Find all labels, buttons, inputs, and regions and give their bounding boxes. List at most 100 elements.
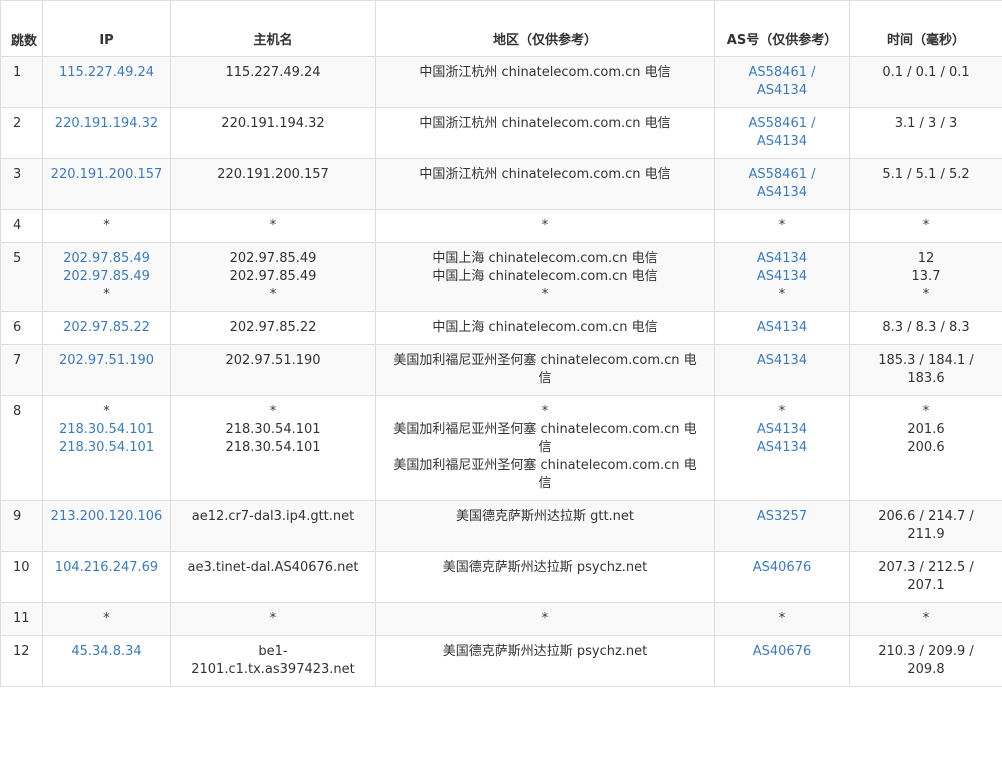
ip-link[interactable]: 213.200.120.106 <box>49 508 164 526</box>
ip-link[interactable]: 220.191.200.157 <box>49 166 164 184</box>
time-cell: 12 13.7 * <box>849 242 1002 312</box>
table-row: 6 202.97.85.22 202.97.85.22 中国上海 chinatelec… <box>0 311 1002 345</box>
hostname-text: 202.97.85.22 <box>229 320 317 335</box>
hop-cell: 3 <box>0 158 43 210</box>
ip-link[interactable]: 202.97.85.49 <box>49 268 164 286</box>
as-link[interactable]: AS4134 <box>721 133 843 151</box>
header-hop: 跳数 <box>0 0 43 57</box>
region-cell: 中国浙江杭州 chinatelecom.com.cn 电信 <box>375 158 715 210</box>
as-link[interactable]: AS4134 <box>721 184 843 202</box>
region-text: 美国加利福尼亚州圣何塞 chinatelecom.com.cn 电 <box>393 458 697 473</box>
hostname-cell: * <box>170 209 376 243</box>
time-cell: 0.1 / 0.1 / 0.1 <box>849 56 1002 108</box>
hostname-text: 220.191.194.32 <box>221 116 325 131</box>
as-cell: AS58461 /AS4134 <box>714 158 850 210</box>
ip-link[interactable]: 220.191.194.32 <box>49 115 164 133</box>
table-body: 1 115.227.49.24 115.227.49.24 中国浙江杭州 chinat… <box>0 56 1002 687</box>
hostname-cell: 220.191.200.157 <box>170 158 376 210</box>
as-link[interactable]: AS58461 / <box>721 166 843 184</box>
header-region: 地区（仅供参考） <box>375 0 715 57</box>
hostname-text: 202.97.85.49 <box>229 251 317 266</box>
as-link[interactable]: AS3257 <box>721 508 843 526</box>
time-text: 185.3 / 184.1 / <box>878 353 974 368</box>
as-link[interactable]: AS4134 <box>721 319 843 337</box>
ip-link[interactable]: 218.30.54.101 <box>49 421 164 439</box>
table-header: 跳数 IP 主机名 地区（仅供参考） AS号（仅供参考） 时间（毫秒） <box>0 0 1002 57</box>
no-response-marker: * <box>778 218 786 233</box>
hostname-cell: * 218.30.54.101 218.30.54.101 <box>170 395 376 501</box>
time-cell: 185.3 / 184.1 / 183.6 <box>849 344 1002 396</box>
hop-cell: 9 <box>0 500 43 552</box>
region-cell: * 美国加利福尼亚州圣何塞 chinatelecom.com.cn 电信美国加利福… <box>375 395 715 501</box>
ip-cell: 220.191.200.157 <box>42 158 171 210</box>
time-text: 5.1 / 5.1 / 5.2 <box>882 167 970 182</box>
region-text: 美国德克萨斯州达拉斯 psychz.net <box>442 644 648 659</box>
time-cell: 8.3 / 8.3 / 8.3 <box>849 311 1002 345</box>
ip-link[interactable]: 202.97.85.49 <box>49 250 164 268</box>
region-cell: 美国德克萨斯州达拉斯 psychz.net <box>375 551 715 603</box>
ip-link[interactable]: 202.97.85.22 <box>49 319 164 337</box>
time-cell: 207.3 / 212.5 / 207.1 <box>849 551 1002 603</box>
hop-cell: 1 <box>0 56 43 108</box>
ip-link[interactable]: 45.34.8.34 <box>49 643 164 661</box>
no-response-marker: * <box>269 218 277 233</box>
time-cell: 3.1 / 3 / 3 <box>849 107 1002 159</box>
region-cell: * <box>375 209 715 243</box>
as-link[interactable]: AS58461 / <box>721 64 843 82</box>
ip-cell: 220.191.194.32 <box>42 107 171 159</box>
hostname-text: be1- <box>258 644 288 659</box>
as-link[interactable]: AS4134 <box>721 268 843 286</box>
ip-link[interactable]: 104.216.247.69 <box>49 559 164 577</box>
time-text: 211.9 <box>907 527 945 542</box>
no-response-marker: * <box>541 218 549 233</box>
ip-cell: 202.97.85.49 202.97.85.49 * <box>42 242 171 312</box>
hostname-cell: 115.227.49.24 <box>170 56 376 108</box>
header-time: 时间（毫秒） <box>849 0 1002 57</box>
header-ip: IP <box>42 0 171 57</box>
ip-link[interactable]: 202.97.51.190 <box>49 352 164 370</box>
time-cell: 5.1 / 5.1 / 5.2 <box>849 158 1002 210</box>
as-cell: * AS4134 AS4134 <box>714 395 850 501</box>
no-response-marker: * <box>922 404 930 419</box>
as-link[interactable]: AS4134 <box>721 250 843 268</box>
table-row: 2 220.191.194.32 220.191.194.32 中国浙江杭州 chin… <box>0 107 1002 159</box>
as-link[interactable]: AS58461 / <box>721 115 843 133</box>
no-response-marker: * <box>541 404 549 419</box>
hostname-text: 202.97.51.190 <box>225 353 321 368</box>
region-text: 中国浙江杭州 chinatelecom.com.cn 电信 <box>419 65 671 80</box>
header-row: 跳数 IP 主机名 地区（仅供参考） AS号（仅供参考） 时间（毫秒） <box>0 0 1002 57</box>
region-cell: 美国加利福尼亚州圣何塞 chinatelecom.com.cn 电信 <box>375 344 715 396</box>
table-row: 12 45.34.8.34 be1- 2101.c1.tx.as397423.net 美… <box>0 635 1002 687</box>
region-text: 信 <box>538 476 552 491</box>
ip-link[interactable]: 115.227.49.24 <box>49 64 164 82</box>
time-text: 3.1 / 3 / 3 <box>894 116 958 131</box>
time-text: 200.6 <box>907 440 945 455</box>
as-link[interactable]: AS4134 <box>721 82 843 100</box>
time-text: 0.1 / 0.1 / 0.1 <box>882 65 970 80</box>
table-row: 5 202.97.85.49 202.97.85.49 * 202.97.85.49 20… <box>0 242 1002 312</box>
hostname-cell: 202.97.85.49 202.97.85.49 * <box>170 242 376 312</box>
as-link[interactable]: AS4134 <box>721 352 843 370</box>
region-cell: 中国上海 chinatelecom.com.cn 电信 <box>375 311 715 345</box>
region-cell: 美国德克萨斯州达拉斯 psychz.net <box>375 635 715 687</box>
no-response-marker: * <box>103 404 110 419</box>
region-cell: 中国浙江杭州 chinatelecom.com.cn 电信 <box>375 107 715 159</box>
no-response-marker: * <box>922 218 930 233</box>
hostname-text: 202.97.85.49 <box>229 269 317 284</box>
no-response-marker: * <box>778 611 786 626</box>
ip-cell: * <box>42 602 171 636</box>
no-response-marker: * <box>103 218 110 233</box>
as-link[interactable]: AS40676 <box>721 559 843 577</box>
hostname-text: 220.191.200.157 <box>217 167 329 182</box>
as-link[interactable]: AS4134 <box>721 421 843 439</box>
region-cell: * <box>375 602 715 636</box>
ip-link[interactable]: 218.30.54.101 <box>49 439 164 457</box>
time-text: 13.7 <box>911 269 941 284</box>
time-cell: * 201.6 200.6 <box>849 395 1002 501</box>
as-cell: AS40676 <box>714 635 850 687</box>
as-link[interactable]: AS40676 <box>721 643 843 661</box>
hostname-text: 218.30.54.101 <box>225 440 321 455</box>
no-response-marker: * <box>269 287 277 302</box>
ip-cell: 213.200.120.106 <box>42 500 171 552</box>
as-link[interactable]: AS4134 <box>721 439 843 457</box>
